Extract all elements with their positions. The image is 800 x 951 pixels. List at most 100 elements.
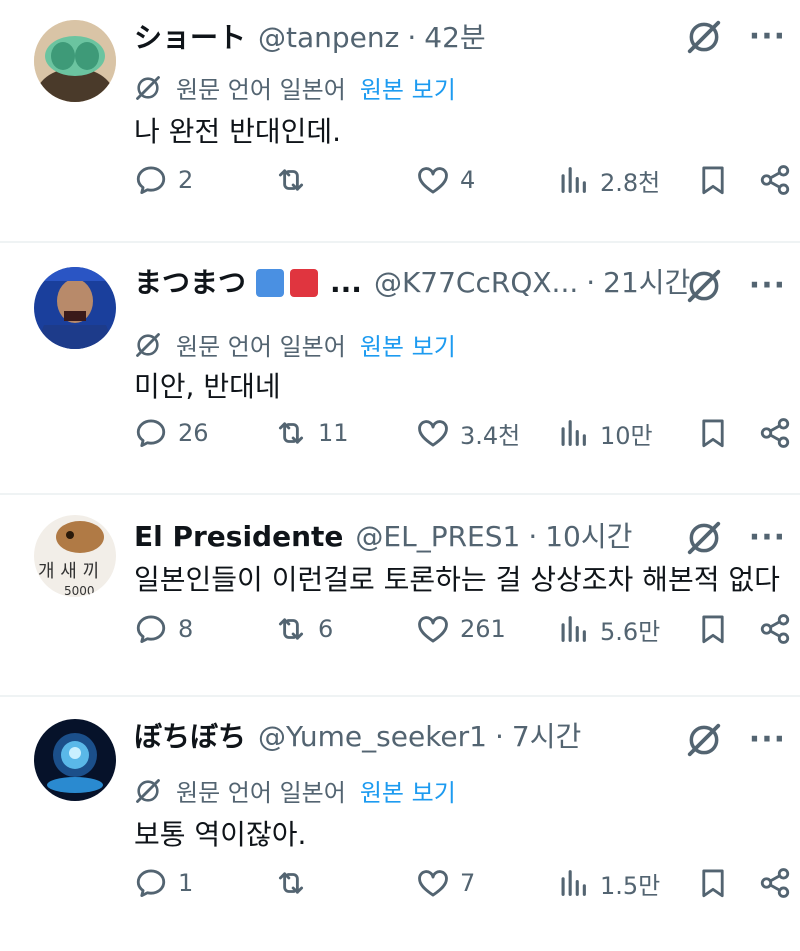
more-options-icon[interactable]: ··· [749,22,786,52]
share-button[interactable] [758,612,792,646]
bar-chart-icon [556,866,590,900]
reply-button[interactable]: 1 [134,866,193,900]
bar-chart-icon [556,612,590,646]
reply-count: 1 [178,869,194,897]
like-count: 7 [460,869,476,897]
translate-icon [134,777,162,805]
share-icon [758,866,792,900]
avatar[interactable] [34,719,116,801]
bar-chart-icon [556,416,590,450]
user-handle[interactable]: @K77CcRQX... [374,265,578,301]
tweet-text: 미안, 반대네 [134,370,281,403]
user-handle[interactable]: @Yume_seeker1 [258,719,487,755]
retweet-button[interactable] [274,163,318,197]
heart-icon [416,416,450,450]
avatar[interactable]: 개 새 끼 5000 [34,515,116,597]
tweet[interactable]: まつまつ ... @K77CcRQX... · 21시간 ··· 원문 언어 일… [0,243,800,495]
display-name[interactable]: まつまつ [134,265,246,301]
reply-count: 2 [178,166,194,194]
display-name[interactable]: ぼちぼち [134,719,246,755]
reply-icon [134,612,168,646]
share-button[interactable] [758,163,792,197]
view-original-link[interactable]: 원본 보기 [360,70,456,105]
timestamp[interactable]: 7시간 [512,719,581,755]
bar-chart-icon [556,163,590,197]
views-button[interactable]: 1.5만 [556,866,660,901]
retweet-icon [274,866,308,900]
retweet-button[interactable]: 6 [274,612,333,646]
view-count: 1.5만 [600,871,661,900]
translate-label: 원문 언어 일본어 [176,76,346,104]
grok-icon[interactable] [685,721,723,759]
tweet[interactable]: ショート @tanpenz · 42분 ··· 원문 언어 일본어 원본 보기 … [0,0,800,243]
share-icon [758,612,792,646]
separator-dot: · [586,266,596,299]
tweet-text: 보통 역이잖아. [134,818,307,851]
red-square-emoji [290,269,319,297]
more-options-icon[interactable]: ··· [749,523,786,553]
retweet-count: 11 [318,419,349,447]
bookmark-icon [696,416,730,450]
share-icon [758,416,792,450]
reply-button[interactable]: 26 [134,416,209,450]
bookmark-button[interactable] [696,416,730,450]
translate-icon [134,74,162,102]
more-options-icon[interactable]: ··· [749,271,786,301]
translate-icon [134,331,162,359]
grok-icon[interactable] [685,267,723,305]
user-handle[interactable]: @EL_PRES1 [355,519,520,555]
bookmark-icon [696,612,730,646]
bookmark-button[interactable] [696,163,730,197]
reply-button[interactable]: 8 [134,612,193,646]
like-button[interactable]: 4 [416,163,475,197]
translate-label: 원문 언어 일본어 [176,779,346,807]
timestamp[interactable]: 10시간 [545,519,632,555]
retweet-icon [274,163,308,197]
share-icon [758,163,792,197]
grok-icon[interactable] [685,18,723,56]
like-count: 3.4천 [460,421,521,450]
bookmark-icon [696,866,730,900]
view-original-link[interactable]: 원본 보기 [360,773,456,808]
retweet-icon [274,612,308,646]
user-handle[interactable]: @tanpenz [258,20,399,56]
tweet[interactable]: 개 새 끼 5000 El Presidente @EL_PRES1 · 10시… [0,495,800,697]
bookmark-button[interactable] [696,612,730,646]
display-name[interactable]: ショート [134,20,246,56]
heart-icon [416,612,450,646]
views-button[interactable]: 2.8천 [556,163,660,198]
retweet-icon [274,416,308,450]
tweet-text: 나 완전 반대인데. [134,115,342,148]
view-count: 5.6만 [600,617,661,646]
views-button[interactable]: 10만 [556,416,653,451]
tweet[interactable]: ぼちぼち @Yume_seeker1 · 7시간 ··· 원문 언어 일본어 원… [0,697,800,951]
view-original-link[interactable]: 원본 보기 [360,327,456,362]
reply-icon [134,163,168,197]
timestamp[interactable]: 42분 [424,20,485,56]
retweet-button[interactable]: 11 [274,416,349,450]
views-button[interactable]: 5.6만 [556,612,660,647]
grok-icon[interactable] [685,519,723,557]
more-options-icon[interactable]: ··· [749,725,786,755]
heart-icon [416,866,450,900]
tweet-text: 일본인들이 이런걸로 토론하는 걸 상상조차 해본적 없다 [134,563,780,596]
avatar[interactable] [34,20,116,102]
reply-icon [134,416,168,450]
display-name[interactable]: El Presidente [134,519,343,555]
timestamp[interactable]: 21시간 [603,265,690,301]
retweet-count: 6 [318,615,334,643]
like-button[interactable]: 7 [416,866,475,900]
blue-square-emoji [256,269,285,297]
reply-button[interactable]: 2 [134,163,193,197]
share-button[interactable] [758,866,792,900]
like-button[interactable]: 261 [416,612,506,646]
bookmark-button[interactable] [696,866,730,900]
retweet-button[interactable] [274,866,318,900]
view-count: 2.8천 [600,168,661,197]
name-ellipsis: ... [330,266,362,299]
like-button[interactable]: 3.4천 [416,416,520,451]
share-button[interactable] [758,416,792,450]
avatar[interactable] [34,267,116,349]
svg-text:개 새 끼: 개 새 끼 [38,561,99,582]
reply-count: 8 [178,615,194,643]
